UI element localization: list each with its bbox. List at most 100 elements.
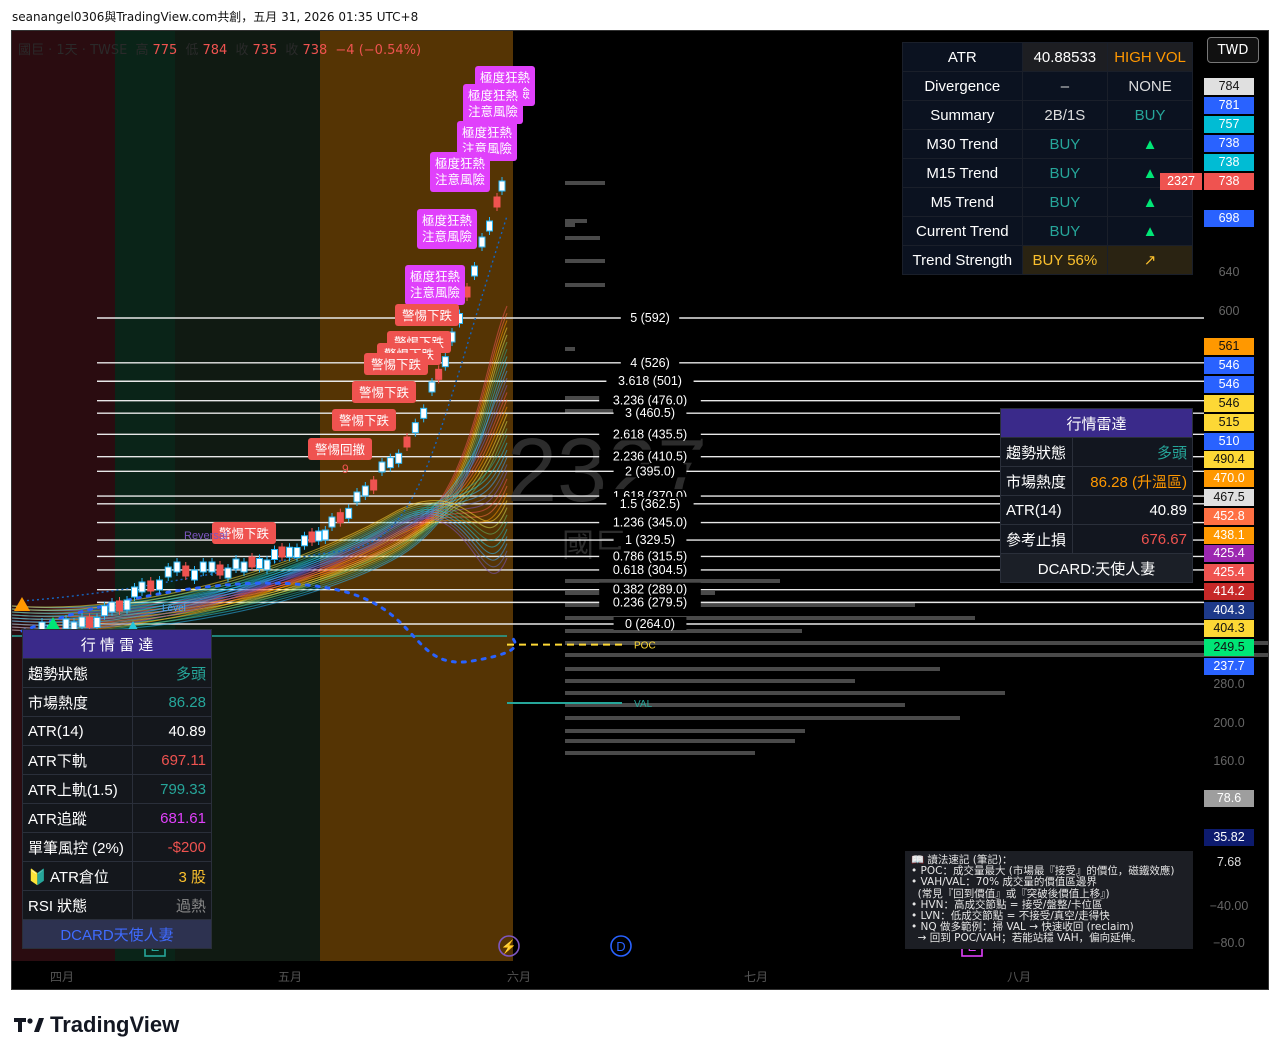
price-scale-tag[interactable]: 510 [1204, 433, 1254, 450]
candle-body [131, 586, 138, 598]
candle-body [164, 566, 172, 578]
signal-value-cell: BUY [1021, 216, 1109, 246]
signal-status-cell: ▲ [1107, 187, 1193, 217]
fib-level-label: 5 (592) [630, 311, 670, 325]
price-scale-tag[interactable]: 35.82 [1204, 829, 1254, 846]
candle-body [428, 381, 436, 393]
radar-row-label: 趨勢狀態 [22, 658, 133, 688]
volume-profile-bar [565, 716, 960, 720]
signal-status-cell: BUY [1107, 100, 1193, 130]
radar-title: 行情雷達 [1000, 408, 1193, 438]
radar-row-value: 多頭 [1072, 437, 1193, 467]
currency-button[interactable]: TWD [1207, 37, 1259, 63]
radar-row-label: ATR(14) [1000, 495, 1073, 525]
price-scale-tag[interactable]: 757 [1204, 116, 1254, 133]
price-scale-tag[interactable]: 438.1 [1204, 527, 1254, 544]
tradingview-logo-icon [14, 1018, 44, 1032]
price-scale-tag[interactable]: 470.0 [1204, 470, 1254, 487]
price-scale-tag[interactable]: 452.8 [1204, 508, 1254, 525]
y-axis-tick: 280.0 [1213, 677, 1245, 691]
event-icon-glyph: D [616, 939, 625, 954]
chart-pane[interactable]: 2327國巨5 (592)4 (526)3.618 (501)3.236 (47… [11, 30, 1269, 990]
price-scale-tag[interactable]: 546 [1204, 357, 1254, 374]
val-label: VAL [634, 699, 653, 710]
radar-row-value: 799.33 [132, 774, 212, 804]
signal-value-cell: BUY [1021, 158, 1109, 188]
price-scale-tag[interactable]: 490.4 [1204, 451, 1254, 468]
y-axis-tick: 160.0 [1213, 754, 1245, 768]
fib-level-label: 2.236 (410.5) [613, 450, 687, 464]
radar-row: 市場熱度 86.28 [22, 687, 212, 717]
signal-value-cell: 2B/1S [1021, 100, 1109, 130]
signal-table-row: Divergence – NONE [902, 71, 1193, 101]
price-scale-tag[interactable]: 784 [1204, 78, 1254, 95]
signal-value-cell: – [1021, 71, 1109, 101]
price-scale-tag[interactable]: 738 [1204, 154, 1254, 171]
radar-row: ATR(14) 40.89 [1000, 495, 1193, 525]
candle-body [224, 567, 232, 579]
signal-label-cell: Divergence [902, 71, 1023, 101]
price-scale-tag[interactable]: 414.2 [1204, 583, 1254, 600]
signal-status-cell: NONE [1107, 71, 1193, 101]
signal-table-row: Current Trend BUY ▲ [902, 216, 1193, 246]
price-scale-tag[interactable]: 738 [1204, 173, 1254, 190]
price-scale-tag[interactable]: 546 [1204, 376, 1254, 393]
extreme-heat-text: 極度狂熱 [410, 269, 461, 284]
price-scale-tag[interactable]: 425.4 [1204, 564, 1254, 581]
candle-body [116, 600, 123, 612]
candle-body [156, 579, 163, 591]
price-scale-tag[interactable]: 404.3 [1204, 620, 1254, 637]
price-scale-tag[interactable]: 467.5 [1204, 489, 1254, 506]
price-scale-tag[interactable]: 78.6 [1204, 790, 1254, 807]
signal-labels: 極度狂熱注意風險極度狂熱注意風險極度狂熱注意風險極度狂熱注意風險極度狂熱注意風險… [162, 66, 535, 614]
radar-row-label: 市場熱度 [1000, 466, 1073, 496]
price-scale-tag[interactable]: 561 [1204, 338, 1254, 355]
price-scale-tag[interactable]: 249.5 [1204, 639, 1254, 656]
radar-row: 市場熱度 86.28 (升溫區) [1000, 466, 1193, 496]
candle-body [240, 561, 248, 573]
extreme-heat-text: 極度狂熱 [422, 213, 473, 228]
fib-level-label: 0.786 (315.5) [613, 549, 687, 563]
candle-body [493, 196, 501, 208]
radar-row-label: 趨勢狀態 [1000, 437, 1073, 467]
candle-body [315, 530, 323, 542]
radar-row-label: RSI 狀態 [22, 890, 133, 920]
radar-row-value: 40.89 [1072, 495, 1193, 525]
candle-body [435, 368, 443, 380]
price-scale-tag[interactable]: 546 [1204, 395, 1254, 412]
candle-body [248, 556, 256, 568]
candle-body [328, 516, 336, 528]
candle-body [182, 565, 190, 577]
warning-text: 警惕下跌 [371, 357, 422, 372]
volume-profile-bar [565, 679, 855, 683]
fib-level-label: 1.236 (345.0) [613, 516, 687, 530]
price-scale-tag[interactable]: 698 [1204, 210, 1254, 227]
signal-label-cell: Current Trend [902, 216, 1023, 246]
price-scale-tag[interactable]: 425.4 [1204, 545, 1254, 562]
price-scale-tag[interactable]: 781 [1204, 97, 1254, 114]
candle-body [498, 180, 506, 192]
candle-body [101, 605, 108, 617]
signal-label-cell: M5 Trend [902, 187, 1023, 217]
market-radar-panel-right: 行情雷達 趨勢狀態 多頭 市場熱度 86.28 (升溫區) ATR(14) 40.89 參考止… [1000, 408, 1193, 583]
signal-label-cell: M15 Trend [902, 158, 1023, 188]
price-scale-tag[interactable]: 404.3 [1204, 602, 1254, 619]
candle-body [86, 616, 93, 628]
candle-body [361, 485, 369, 497]
signal-table-row: Trend Strength BUY 56% ↗ [902, 245, 1193, 275]
signal-value-cell: BUY [1021, 187, 1109, 217]
y-axis-tick: 600 [1218, 304, 1240, 318]
risk-warning-text: 注意風險 [468, 104, 519, 119]
candle-body [199, 561, 207, 573]
signal-table-row: M15 Trend BUY ▲ [902, 158, 1193, 188]
radar-row-value: 多頭 [132, 658, 212, 688]
candle-body [293, 547, 301, 558]
price-scale-tag[interactable]: 738 [1204, 135, 1254, 152]
price-scale-tag[interactable]: 237.7 [1204, 658, 1254, 675]
ma-ribbon-line [12, 327, 508, 618]
price-scale-tag[interactable]: 515 [1204, 414, 1254, 431]
candle-body [321, 529, 329, 541]
candle-body [403, 436, 411, 448]
candle-body [420, 407, 428, 419]
candle-body [395, 452, 403, 464]
